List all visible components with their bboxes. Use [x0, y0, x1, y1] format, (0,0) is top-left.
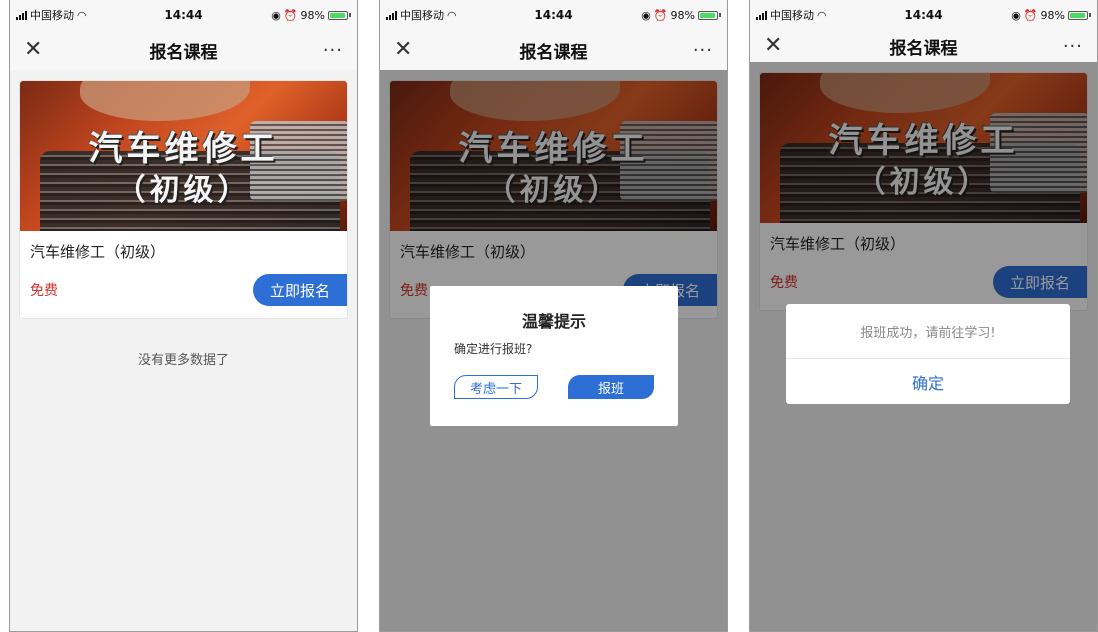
dialog-message: 确定进行报班?: [454, 342, 533, 356]
status-bar: 中国移动 ◠ 14:44 ◉ ⏰ 98%: [380, 0, 727, 30]
phone-screen-success-dialog: 中国移动 ◠ 14:44 ◉ ⏰ 98% ✕ 报名课程 ··· 汽车维修工 （初…: [749, 0, 1098, 632]
wifi-icon: ◠: [77, 8, 87, 22]
close-icon[interactable]: ✕: [764, 35, 782, 57]
ok-button[interactable]: 确定: [786, 359, 1070, 405]
signal-icon: [756, 10, 767, 20]
close-icon[interactable]: ✕: [394, 39, 412, 61]
alarm-icon: ⏰: [283, 8, 298, 22]
signal-icon: [16, 10, 27, 20]
status-bar: 中国移动 ◠ 14:44 ◉ ⏰ 98%: [10, 0, 357, 30]
success-message: 报班成功，请前往学习!: [786, 304, 1070, 359]
nav-bar: ✕ 报名课程 ···: [10, 30, 357, 70]
status-time: 14:44: [534, 8, 573, 22]
battery-percent: 98%: [1040, 8, 1065, 22]
join-class-button[interactable]: 报班: [568, 375, 654, 399]
page-title: 报名课程: [519, 42, 588, 63]
page-title: 报名课程: [889, 38, 958, 59]
wifi-icon: ◠: [817, 8, 827, 22]
more-icon[interactable]: ···: [1063, 36, 1083, 57]
more-icon[interactable]: ···: [693, 40, 713, 61]
more-icon[interactable]: ···: [323, 40, 343, 61]
location-icon: ◉: [271, 8, 281, 22]
dialog-title: 温馨提示: [521, 312, 586, 331]
battery-icon: [328, 10, 351, 20]
carrier-label: 中国移动: [400, 9, 444, 22]
carrier-label: 中国移动: [30, 9, 74, 22]
reconsider-button[interactable]: 考虑一下: [454, 375, 538, 399]
battery-icon: [1068, 10, 1091, 20]
enroll-button[interactable]: 立即报名: [253, 274, 347, 306]
wifi-icon: ◠: [447, 8, 457, 22]
banner-title: 汽车维修工: [88, 129, 279, 169]
battery-icon: [698, 10, 721, 20]
signal-icon: [386, 10, 397, 20]
confirm-dialog: 温馨提示 确定进行报班? 考虑一下 报班: [430, 286, 678, 426]
status-time: 14:44: [904, 8, 943, 22]
phone-screen-confirm-dialog: 中国移动 ◠ 14:44 ◉ ⏰ 98% ✕ 报名课程 ··· 汽车维修工 （初…: [379, 0, 728, 632]
nav-bar: ✕ 报名课程 ···: [750, 30, 1097, 62]
battery-percent: 98%: [300, 8, 325, 22]
page-title: 报名课程: [149, 42, 218, 63]
banner-subtitle: （初级）: [115, 173, 252, 208]
course-card[interactable]: 汽车维修工 （初级） 汽车维修工（初级） 免费 立即报名: [19, 80, 348, 319]
location-icon: ◉: [1011, 8, 1021, 22]
location-icon: ◉: [641, 8, 651, 22]
status-bar: 中国移动 ◠ 14:44 ◉ ⏰ 98%: [750, 0, 1097, 30]
carrier-label: 中国移动: [770, 9, 814, 22]
battery-percent: 98%: [670, 8, 695, 22]
nav-bar: ✕ 报名课程 ···: [380, 30, 727, 70]
close-icon[interactable]: ✕: [24, 39, 42, 61]
alarm-icon: ⏰: [1023, 8, 1038, 22]
course-banner-image: 汽车维修工 （初级）: [20, 81, 347, 231]
alarm-icon: ⏰: [653, 8, 668, 22]
success-dialog: 报班成功，请前往学习! 确定: [786, 304, 1070, 404]
price-label: 免费: [30, 283, 58, 299]
list-end-text: 没有更多数据了: [137, 353, 229, 368]
course-name: 汽车维修工（初级）: [30, 243, 166, 261]
status-time: 14:44: [164, 8, 203, 22]
phone-screen-course-list: 中国移动 ◠ 14:44 ◉ ⏰ 98% ✕ 报名课程 ··· 汽车维修工 （初…: [9, 0, 358, 632]
